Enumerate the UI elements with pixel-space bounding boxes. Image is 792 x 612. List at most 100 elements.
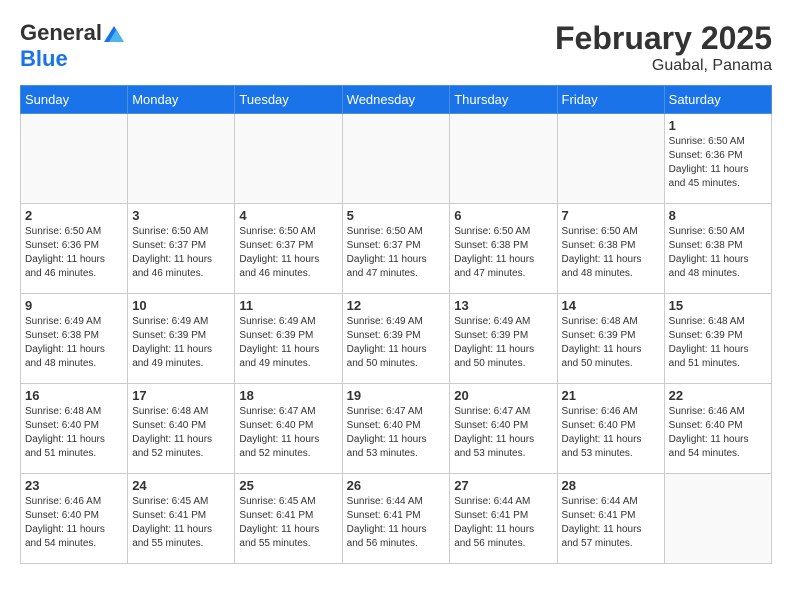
day-info: Sunrise: 6:50 AM Sunset: 6:37 PM Dayligh… [132,225,230,281]
title-block: February 2025 Guabal, Panama [555,20,772,75]
day-info: Sunrise: 6:46 AM Sunset: 6:40 PM Dayligh… [25,495,123,551]
day-info: Sunrise: 6:44 AM Sunset: 6:41 PM Dayligh… [454,495,552,551]
day-number: 13 [454,298,552,313]
logo-general: General [20,20,102,46]
calendar-cell: 3 Sunrise: 6:50 AM Sunset: 6:37 PM Daylig… [128,204,235,294]
calendar-cell: 22 Sunrise: 6:46 AM Sunset: 6:40 PM Dayli… [664,384,771,474]
day-info: Sunrise: 6:47 AM Sunset: 6:40 PM Dayligh… [454,405,552,461]
day-info: Sunrise: 6:44 AM Sunset: 6:41 PM Dayligh… [347,495,446,551]
col-header-thursday: Thursday [450,86,557,114]
calendar-cell: 16 Sunrise: 6:48 AM Sunset: 6:40 PM Dayli… [21,384,128,474]
day-number: 23 [25,478,123,493]
day-info: Sunrise: 6:48 AM Sunset: 6:39 PM Dayligh… [669,315,767,371]
calendar-cell: 7 Sunrise: 6:50 AM Sunset: 6:38 PM Daylig… [557,204,664,294]
calendar-cell: 27 Sunrise: 6:44 AM Sunset: 6:41 PM Dayli… [450,474,557,564]
calendar-cell [342,114,450,204]
day-info: Sunrise: 6:45 AM Sunset: 6:41 PM Dayligh… [132,495,230,551]
day-info: Sunrise: 6:49 AM Sunset: 6:39 PM Dayligh… [454,315,552,371]
day-info: Sunrise: 6:50 AM Sunset: 6:38 PM Dayligh… [669,225,767,281]
day-number: 26 [347,478,446,493]
day-number: 6 [454,208,552,223]
day-info: Sunrise: 6:50 AM Sunset: 6:36 PM Dayligh… [25,225,123,281]
day-number: 8 [669,208,767,223]
col-header-tuesday: Tuesday [235,86,342,114]
page-header: General Blue February 2025 Guabal, Panam… [20,20,772,75]
col-header-monday: Monday [128,86,235,114]
calendar-cell [128,114,235,204]
calendar-cell: 5 Sunrise: 6:50 AM Sunset: 6:37 PM Daylig… [342,204,450,294]
calendar-cell: 8 Sunrise: 6:50 AM Sunset: 6:38 PM Daylig… [664,204,771,294]
calendar-cell: 10 Sunrise: 6:49 AM Sunset: 6:39 PM Dayli… [128,294,235,384]
calendar-cell: 11Sunrise: 6:49 AM Sunset: 6:39 PM Dayli… [235,294,342,384]
day-number: 5 [347,208,446,223]
calendar-cell: 1Sunrise: 6:50 AM Sunset: 6:36 PM Daylig… [664,114,771,204]
calendar-cell: 25 Sunrise: 6:45 AM Sunset: 6:41 PM Dayli… [235,474,342,564]
day-number: 11 [239,298,337,313]
day-info: Sunrise: 6:49 AM Sunset: 6:38 PM Dayligh… [25,315,123,371]
day-number: 10 [132,298,230,313]
col-header-wednesday: Wednesday [342,86,450,114]
calendar-cell [235,114,342,204]
day-info: Sunrise: 6:49 AM Sunset: 6:39 PM Dayligh… [347,315,446,371]
calendar-cell: 24 Sunrise: 6:45 AM Sunset: 6:41 PM Dayli… [128,474,235,564]
day-number: 16 [25,388,123,403]
day-number: 3 [132,208,230,223]
day-info: Sunrise: 6:50 AM Sunset: 6:38 PM Dayligh… [562,225,660,281]
day-number: 21 [562,388,660,403]
day-info: Sunrise: 6:46 AM Sunset: 6:40 PM Dayligh… [669,405,767,461]
calendar-cell: 23 Sunrise: 6:46 AM Sunset: 6:40 PM Dayli… [21,474,128,564]
logo: General Blue [20,20,124,72]
day-info: Sunrise: 6:46 AM Sunset: 6:40 PM Dayligh… [562,405,660,461]
calendar-cell: 13 Sunrise: 6:49 AM Sunset: 6:39 PM Dayli… [450,294,557,384]
calendar-cell: 12 Sunrise: 6:49 AM Sunset: 6:39 PM Dayli… [342,294,450,384]
day-number: 12 [347,298,446,313]
calendar-cell: 19Sunrise: 6:47 AM Sunset: 6:40 PM Dayli… [342,384,450,474]
day-info: Sunrise: 6:49 AM Sunset: 6:39 PM Dayligh… [132,315,230,371]
calendar-cell [557,114,664,204]
day-info: Sunrise: 6:45 AM Sunset: 6:41 PM Dayligh… [239,495,337,551]
calendar-cell [450,114,557,204]
day-number: 7 [562,208,660,223]
day-info: Sunrise: 6:48 AM Sunset: 6:39 PM Dayligh… [562,315,660,371]
day-info: Sunrise: 6:50 AM Sunset: 6:37 PM Dayligh… [347,225,446,281]
calendar: SundayMondayTuesdayWednesdayThursdayFrid… [20,85,772,564]
calendar-cell: 15 Sunrise: 6:48 AM Sunset: 6:39 PM Dayli… [664,294,771,384]
day-number: 2 [25,208,123,223]
day-info: Sunrise: 6:50 AM Sunset: 6:37 PM Dayligh… [239,225,337,281]
day-number: 4 [239,208,337,223]
month-title: February 2025 [555,20,772,57]
calendar-cell: 14 Sunrise: 6:48 AM Sunset: 6:39 PM Dayli… [557,294,664,384]
calendar-cell [664,474,771,564]
calendar-cell: 6 Sunrise: 6:50 AM Sunset: 6:38 PM Daylig… [450,204,557,294]
day-number: 22 [669,388,767,403]
day-number: 15 [669,298,767,313]
day-number: 17 [132,388,230,403]
day-number: 18 [239,388,337,403]
day-info: Sunrise: 6:48 AM Sunset: 6:40 PM Dayligh… [132,405,230,461]
calendar-cell: 26 Sunrise: 6:44 AM Sunset: 6:41 PM Dayli… [342,474,450,564]
calendar-cell [21,114,128,204]
calendar-cell: 17 Sunrise: 6:48 AM Sunset: 6:40 PM Dayli… [128,384,235,474]
day-number: 20 [454,388,552,403]
calendar-cell: 4 Sunrise: 6:50 AM Sunset: 6:37 PM Daylig… [235,204,342,294]
col-header-sunday: Sunday [21,86,128,114]
day-number: 9 [25,298,123,313]
day-info: Sunrise: 6:47 AM Sunset: 6:40 PM Dayligh… [347,405,446,461]
day-number: 27 [454,478,552,493]
day-number: 25 [239,478,337,493]
calendar-cell: 9 Sunrise: 6:49 AM Sunset: 6:38 PM Daylig… [21,294,128,384]
day-info: Sunrise: 6:44 AM Sunset: 6:41 PM Dayligh… [562,495,660,551]
calendar-cell: 20 Sunrise: 6:47 AM Sunset: 6:40 PM Dayli… [450,384,557,474]
logo-blue: Blue [20,46,68,71]
col-header-friday: Friday [557,86,664,114]
day-info: Sunrise: 6:47 AM Sunset: 6:40 PM Dayligh… [239,405,337,461]
day-number: 24 [132,478,230,493]
day-number: 1 [669,118,767,133]
calendar-cell: 18 Sunrise: 6:47 AM Sunset: 6:40 PM Dayli… [235,384,342,474]
calendar-cell: 28Sunrise: 6:44 AM Sunset: 6:41 PM Dayli… [557,474,664,564]
day-info: Sunrise: 6:48 AM Sunset: 6:40 PM Dayligh… [25,405,123,461]
col-header-saturday: Saturday [664,86,771,114]
day-number: 14 [562,298,660,313]
day-info: Sunrise: 6:50 AM Sunset: 6:38 PM Dayligh… [454,225,552,281]
logo-icon [104,26,124,42]
